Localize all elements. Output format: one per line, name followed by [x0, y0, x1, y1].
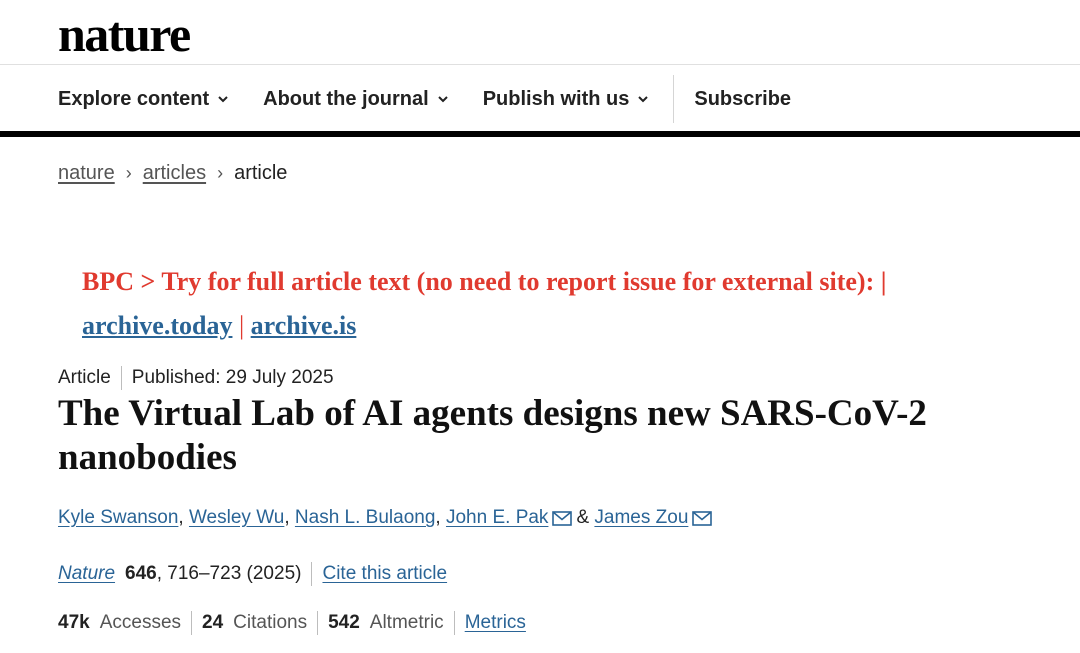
mail-icon[interactable]	[552, 510, 573, 526]
mail-icon[interactable]	[692, 510, 713, 526]
nature-logo[interactable]: nature	[58, 6, 191, 62]
journal-pages: , 716–723 (2025)	[156, 563, 302, 584]
altmetric-count: 542	[328, 612, 360, 633]
nav-about-journal[interactable]: About the journal	[263, 88, 449, 111]
nav-divider	[673, 75, 675, 123]
nav-bottom-bar	[0, 131, 1080, 137]
citation-divider	[311, 562, 313, 586]
breadcrumb-current: article	[234, 162, 288, 184]
author-separator: ,	[178, 507, 184, 528]
chevron-down-icon	[638, 96, 649, 103]
archive-is-link[interactable]: archive.is	[251, 311, 357, 340]
journal-volume: 646	[125, 563, 157, 584]
article-meta: Article Published: 29 July 2025	[58, 366, 334, 390]
journal-citation: Nature 646 , 716–723 (2025) Cite this ar…	[58, 562, 447, 586]
published-date: Published: 29 July 2025	[131, 367, 334, 388]
altmetric-label: Altmetric	[369, 612, 444, 633]
bpc-text: BPC > Try for full article text (no need…	[82, 267, 887, 296]
breadcrumb-separator-icon: ›	[125, 163, 132, 183]
header-divider	[0, 64, 1080, 65]
bpc-banner: BPC > Try for full article text (no need…	[82, 260, 1042, 348]
nav-item-label: Explore content	[58, 87, 210, 110]
cite-this-article-link[interactable]: Cite this article	[322, 563, 447, 585]
metrics-divider	[317, 611, 319, 635]
author-link[interactable]: James Zou	[594, 507, 688, 529]
nav-subscribe[interactable]: Subscribe	[694, 88, 791, 111]
journal-name-link[interactable]: Nature	[58, 563, 115, 585]
nav-publish-with-us[interactable]: Publish with us	[483, 88, 650, 111]
nav-item-label: About the journal	[263, 87, 429, 110]
nav-explore-content[interactable]: Explore content	[58, 88, 229, 111]
accesses-label: Accesses	[99, 612, 182, 633]
article-type: Article	[58, 367, 111, 388]
accesses-count: 47k	[58, 612, 90, 633]
main-nav: Explore content About the journal Publis…	[58, 74, 825, 124]
breadcrumb-link-articles[interactable]: articles	[143, 162, 206, 185]
metrics-divider	[453, 611, 455, 635]
author-link[interactable]: John E. Pak	[446, 507, 548, 529]
citations-label: Citations	[233, 612, 308, 633]
chevron-down-icon	[437, 96, 448, 103]
article-title: The Virtual Lab of AI agents designs new…	[58, 393, 927, 478]
breadcrumb-separator-icon: ›	[217, 163, 224, 183]
author-link[interactable]: Wesley Wu	[189, 507, 284, 529]
chevron-down-icon	[218, 96, 228, 103]
meta-divider	[120, 366, 122, 390]
breadcrumb: nature › articles › article	[58, 162, 287, 185]
citations-count: 24	[202, 612, 224, 633]
author-ampersand: &	[576, 507, 590, 528]
metrics-divider	[191, 611, 193, 635]
breadcrumb-link-nature[interactable]: nature	[58, 162, 115, 185]
article-metrics: 47k Accesses 24 Citations 542 Altmetric …	[58, 611, 526, 635]
archive-today-link[interactable]: archive.today	[82, 311, 232, 340]
subscribe-label: Subscribe	[694, 87, 792, 110]
metrics-link[interactable]: Metrics	[465, 612, 526, 634]
bpc-separator: |	[238, 311, 245, 340]
author-link[interactable]: Kyle Swanson	[58, 507, 178, 529]
author-separator: ,	[284, 507, 290, 528]
author-link[interactable]: Nash L. Bulaong	[295, 507, 436, 529]
author-list: Kyle Swanson, Wesley Wu, Nash L. Bulaong…	[58, 507, 716, 529]
nav-item-label: Publish with us	[482, 87, 630, 110]
author-separator: ,	[435, 507, 441, 528]
